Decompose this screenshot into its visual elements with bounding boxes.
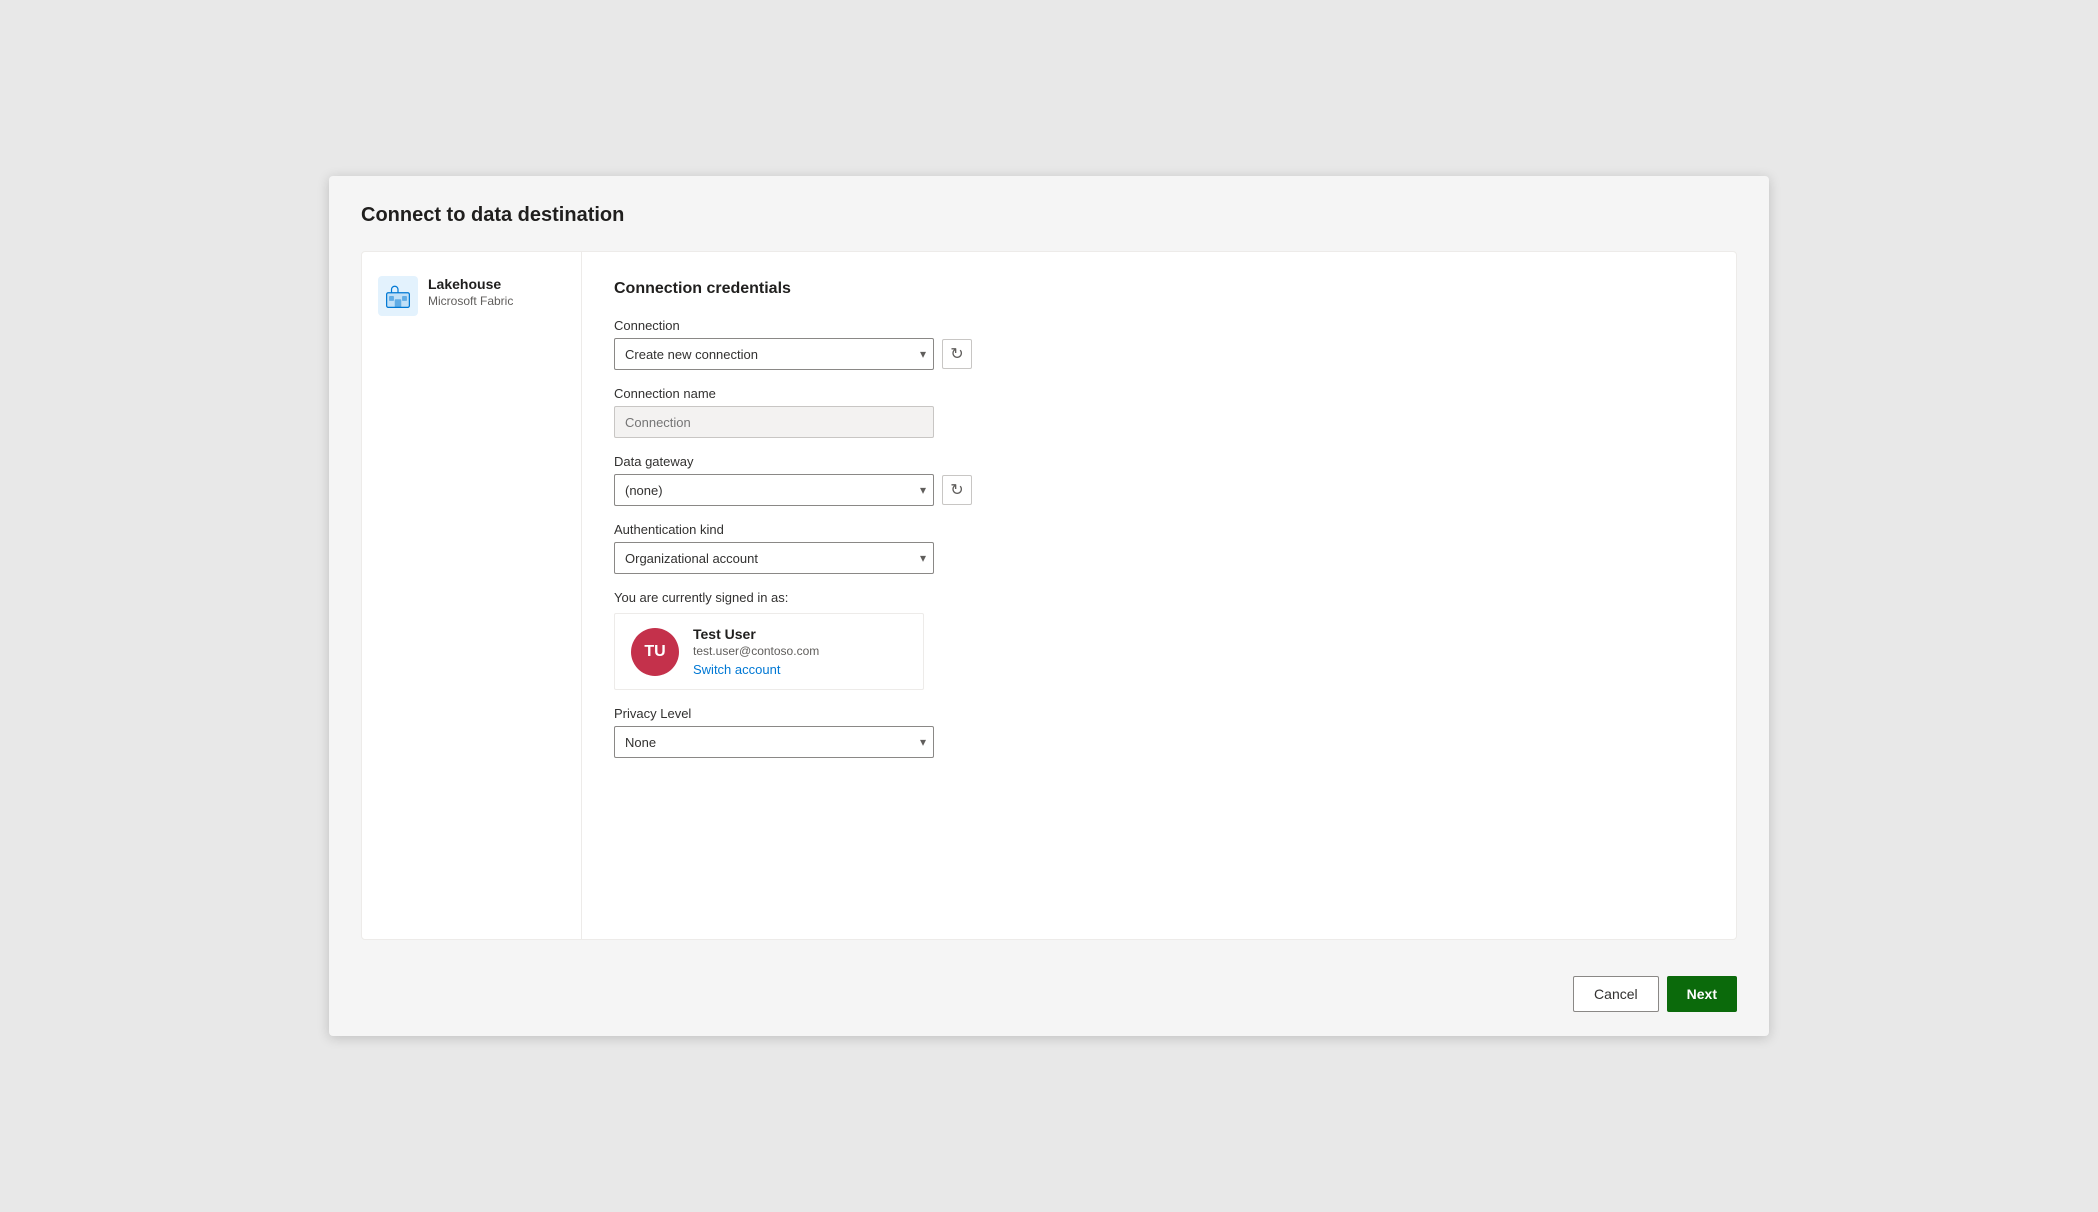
connection-refresh-button[interactable]: ↻ <box>942 339 972 369</box>
signed-in-label: You are currently signed in as: <box>614 590 1704 605</box>
user-name: Test User <box>693 626 819 642</box>
connection-select[interactable]: Create new connection <box>614 338 934 370</box>
connection-label: Connection <box>614 318 1704 333</box>
connection-group: Connection Create new connection ▾ ↻ <box>614 318 1704 370</box>
sidebar-item-lakehouse: Lakehouse Microsoft Fabric <box>378 276 565 316</box>
data-gateway-select-wrapper: (none) ▾ <box>614 474 934 506</box>
signed-in-group: You are currently signed in as: TU Test … <box>614 590 1704 690</box>
sidebar-text: Lakehouse Microsoft Fabric <box>428 276 513 308</box>
avatar: TU <box>631 628 679 676</box>
sidebar-name: Lakehouse <box>428 276 513 292</box>
cancel-button[interactable]: Cancel <box>1573 976 1659 1012</box>
section-title: Connection credentials <box>614 280 1704 298</box>
connection-select-wrapper: Create new connection ▾ <box>614 338 934 370</box>
data-gateway-select[interactable]: (none) <box>614 474 934 506</box>
content-area: Connection credentials Connection Create… <box>582 252 1736 939</box>
data-gateway-row: (none) ▾ ↻ <box>614 474 1704 506</box>
auth-kind-select-wrapper: Organizational account ▾ <box>614 542 934 574</box>
privacy-level-select-wrapper: None ▾ <box>614 726 934 758</box>
auth-kind-group: Authentication kind Organizational accou… <box>614 522 1704 574</box>
outer-container: Connect to data destination Lakehouse <box>329 176 1769 1036</box>
connection-row: Create new connection ▾ ↻ <box>614 338 1704 370</box>
auth-kind-select[interactable]: Organizational account <box>614 542 934 574</box>
lakehouse-icon <box>378 276 418 316</box>
connection-name-label: Connection name <box>614 386 1704 401</box>
sidebar-subtitle: Microsoft Fabric <box>428 294 513 308</box>
data-gateway-label: Data gateway <box>614 454 1704 469</box>
switch-account-link[interactable]: Switch account <box>693 662 819 677</box>
sidebar: Lakehouse Microsoft Fabric <box>362 252 582 939</box>
next-button[interactable]: Next <box>1667 976 1737 1012</box>
user-card: TU Test User test.user@contoso.com Switc… <box>614 613 924 690</box>
data-gateway-refresh-icon: ↻ <box>950 480 963 500</box>
main-card: Lakehouse Microsoft Fabric Connection cr… <box>361 251 1737 940</box>
page-title: Connect to data destination <box>361 204 1737 227</box>
privacy-level-select[interactable]: None <box>614 726 934 758</box>
footer: Cancel Next <box>361 960 1737 1012</box>
refresh-icon: ↻ <box>950 344 963 364</box>
data-gateway-refresh-button[interactable]: ↻ <box>942 475 972 505</box>
auth-kind-label: Authentication kind <box>614 522 1704 537</box>
connection-name-input[interactable] <box>614 406 934 438</box>
user-info: Test User test.user@contoso.com Switch a… <box>693 626 819 677</box>
connection-name-group: Connection name <box>614 386 1704 438</box>
user-email: test.user@contoso.com <box>693 644 819 658</box>
data-gateway-group: Data gateway (none) ▾ ↻ <box>614 454 1704 506</box>
privacy-level-label: Privacy Level <box>614 706 1704 721</box>
privacy-level-group: Privacy Level None ▾ <box>614 706 1704 758</box>
